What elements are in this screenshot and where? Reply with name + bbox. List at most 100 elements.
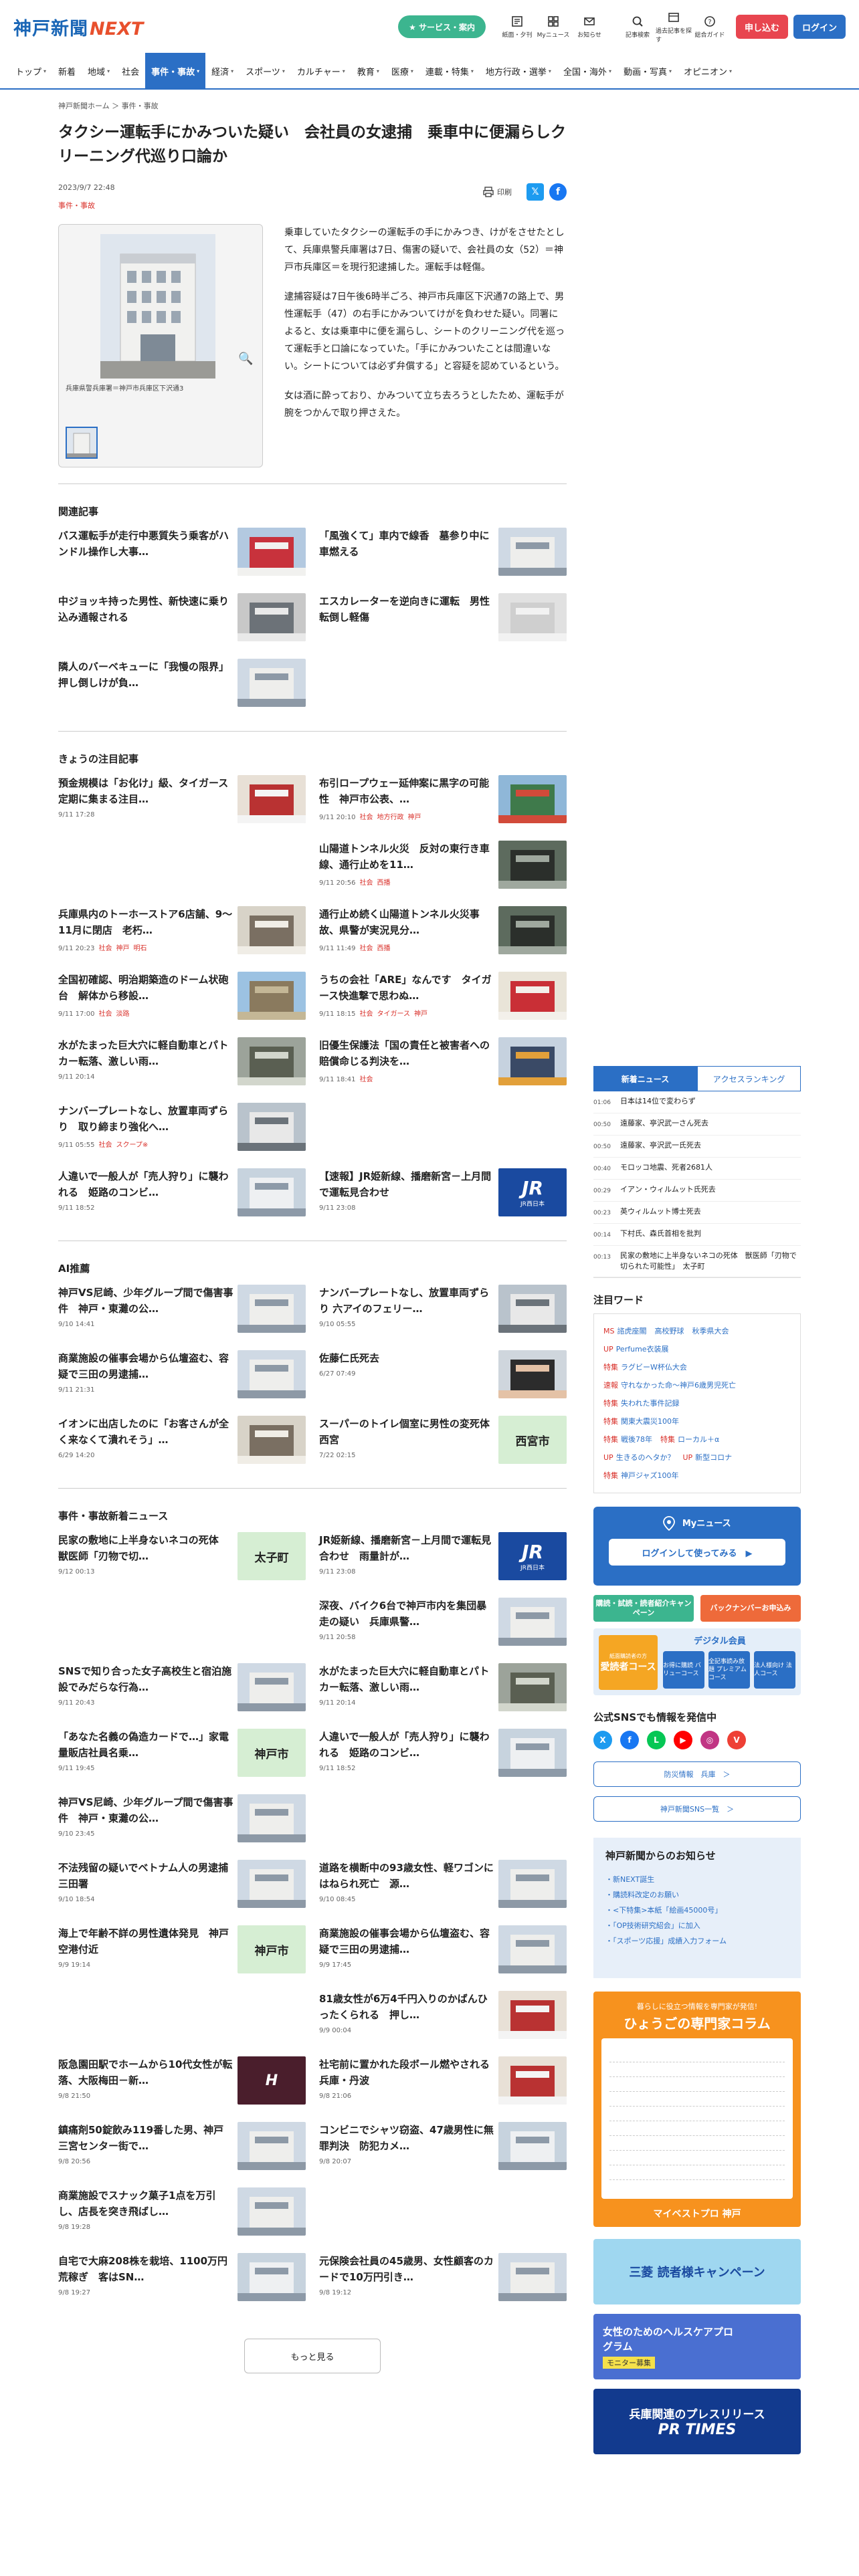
article-card[interactable]: 海上で年齢不詳の男性遺体発見 神戸空港付近 9/9 19:14 神戸市	[58, 1925, 306, 1981]
article-link[interactable]: 民家の敷地に上半身ないネコの死体 獣医師「刃物で切…	[58, 1534, 229, 1562]
tab-ranking[interactable]: アクセスランキング	[697, 1066, 801, 1091]
nav-item[interactable]: オピニオン ▾	[678, 53, 738, 89]
article-tag[interactable]: 社会	[359, 879, 373, 887]
trending-word-link[interactable]: 新型コロナ	[695, 1453, 732, 1462]
nav-item[interactable]: 全国・海外 ▾	[557, 53, 617, 89]
instagram-sns-icon[interactable]: ◎	[700, 1731, 719, 1749]
article-thumbnail[interactable]	[498, 1729, 567, 1777]
article-thumbnail[interactable]	[498, 593, 567, 641]
article-link[interactable]: 隣人のバーベキューに「我慢の限界」 押し倒しけが負…	[58, 661, 234, 689]
article-link[interactable]: 「あなた名義の偽造カードで…」家電量販店社員名乗…	[58, 1731, 229, 1759]
premium-course-button[interactable]: 全記事読み放題 プレミアムコース	[708, 1651, 750, 1689]
article-thumbnail[interactable]	[237, 528, 306, 576]
nav-item[interactable]: 社会	[116, 53, 145, 89]
article-card[interactable]: 鎮痛剤50錠飲み119番した男、神戸三宮センター街で… 9/8 20:56	[58, 2122, 306, 2178]
sidebar-news-item[interactable]: 00:50 遠藤家、亭沢武一氏死去	[593, 1136, 801, 1158]
zoom-icon[interactable]: 🔍	[238, 352, 253, 366]
article-thumbnail[interactable]	[498, 972, 567, 1020]
article-card[interactable]: 神戸VS尼崎、少年グループ間で傷害事件 神戸・東灘の公… 9/10 14:41	[58, 1285, 306, 1341]
sidebar-news-item[interactable]: 00:40 モロッコ地震、死者2681人	[593, 1158, 801, 1180]
article-thumbnail[interactable]	[498, 1925, 567, 1973]
share-facebook-button[interactable]: f	[549, 183, 567, 201]
article-link[interactable]: 道路を横断中の93歳女性、軽ワゴンにはねられ死亡 源…	[319, 1862, 494, 1890]
article-thumbnail[interactable]	[498, 2056, 567, 2105]
article-card[interactable]: 隣人のバーベキューに「我慢の限界」 押し倒しけが負…	[58, 659, 306, 715]
trending-word-link[interactable]: 戦後78年	[621, 1435, 652, 1444]
article-card[interactable]: 兵庫県内のトーホーストア6店舗、9～11月に閉店 老朽… 9/11 20:23 社会…	[58, 906, 306, 962]
article-card[interactable]: 不法残留の疑いでベトナム人の男逮捕 三田署 9/10 18:54	[58, 1860, 306, 1916]
article-card[interactable]: 「風強くて」車内で線香 墓参り中に車燃える	[319, 528, 567, 584]
facebook-sns-icon[interactable]: f	[620, 1731, 639, 1749]
print-button[interactable]: 印刷	[482, 186, 512, 198]
trending-word-link[interactable]: ローカル＋α	[678, 1435, 719, 1444]
more-button[interactable]: もっと見る	[244, 2339, 381, 2373]
article-thumbnail[interactable]	[498, 1285, 567, 1333]
article-card[interactable]: ナンバープレートなし、放置車両ずらり 六アイのフェリー… 9/10 05:55	[319, 1285, 567, 1341]
article-link[interactable]: 商業施設の催事会場から仏壇盗む、容疑で三田の男逮捕…	[58, 1352, 229, 1380]
share-x-button[interactable]: 𝕏	[527, 183, 544, 201]
search-header-button[interactable]: 記事検索	[619, 15, 656, 39]
notice-header-button[interactable]: お知らせ	[571, 15, 607, 39]
article-thumbnail[interactable]	[237, 1285, 306, 1333]
guide-header-button[interactable]: ? 総合ガイド	[692, 15, 728, 39]
article-thumbnail[interactable]: 太子町	[237, 1532, 306, 1580]
article-thumbnail[interactable]	[498, 841, 567, 889]
article-link[interactable]: イオンに出店したのに「お客さんが全く来なくて潰れそう」…	[58, 1418, 229, 1446]
article-tag[interactable]: タイガース	[377, 1010, 410, 1018]
article-card[interactable]: バス運転手が走行中悪質失う乗客がハンドル操作し大事…	[58, 528, 306, 584]
notice-link[interactable]: ・新NEXT誕生	[605, 1872, 789, 1887]
article-card[interactable]: 山陽道トンネル火災 反対の東行き車線、通行止めを11… 9/11 20:56 社会西…	[319, 841, 567, 897]
trending-word-link[interactable]: 失われた事件記録	[621, 1399, 679, 1408]
article-link[interactable]: 水がたまった巨大穴に軽自動車とパトカー転落、激しい雨…	[319, 1665, 489, 1693]
article-thumbnail[interactable]	[237, 2253, 306, 2301]
trending-word-link[interactable]: 秋季県大会	[692, 1327, 729, 1335]
article-link[interactable]: 神戸VS尼崎、少年グループ間で傷害事件 神戸・東灘の公…	[58, 1287, 233, 1315]
service-guide-button[interactable]: ★ サービス・案内	[398, 15, 486, 38]
article-card[interactable]: コンビニでシャツ窃盗、47歳男性に無罪判決 防犯カメ… 9/8 20:07	[319, 2122, 567, 2178]
article-card[interactable]: 通行止め続く山陽道トンネル火災事故、県警が実況見分… 9/11 11:49 社会 西播	[319, 906, 567, 962]
article-thumbnail[interactable]	[237, 593, 306, 641]
article-card[interactable]: 民家の敷地に上半身ないネコの死体 獣医師「刃物で切… 9/12 00:13 太子町	[58, 1532, 306, 1588]
article-link[interactable]: ナンバープレートなし、放置車両ずらり 六アイのフェリー…	[319, 1287, 489, 1315]
article-card[interactable]: 商業施設でスナック菓子1点を万引し、店長を突き飛ばし… 9/8 19:28	[58, 2187, 306, 2244]
article-tag[interactable]: 社会	[359, 945, 373, 952]
article-card[interactable]: スーパーのトイレ個室に男性の変死体 西宮 7/22 02:15 西宮市	[319, 1416, 567, 1472]
article-link[interactable]: 商業施設の催事会場から仏壇盗む、容疑で三田の男逮捕…	[319, 1927, 490, 1955]
mynews-header-button[interactable]: Myニュース	[535, 15, 571, 39]
notice-link[interactable]: ・「OP技術研究紹会」に加入	[605, 1918, 789, 1933]
youtube-sns-icon[interactable]: ▶	[674, 1731, 692, 1749]
article-card[interactable]: 人違いで一般人が「売人狩り」に襲われる 姫路のコンビ… 9/11 18:52	[58, 1168, 306, 1224]
sidebar-news-item[interactable]: 00:29 イアン・ウィルムット氏死去	[593, 1180, 801, 1202]
article-thumbnail[interactable]	[237, 972, 306, 1020]
trending-word-link[interactable]: 関東大震災100年	[621, 1417, 679, 1426]
sns-list-link[interactable]: 神戸新聞SNS一覧 ＞	[593, 1796, 801, 1822]
article-link[interactable]: 水がたまった巨大穴に軽自動車とパトカー転落、激しい雨…	[58, 1039, 228, 1067]
article-tag[interactable]: 地方行政	[377, 814, 403, 821]
nav-item[interactable]: 地域 ▾	[82, 53, 116, 89]
trending-word-link[interactable]: 守れなかった命～神戸6歳男児死亡	[621, 1381, 736, 1390]
voicy-sns-icon[interactable]: V	[727, 1731, 746, 1749]
nav-item[interactable]: 動画・写真 ▾	[617, 53, 678, 89]
article-link[interactable]: 自宅で大麻208株を栽培、1100万円荒稼ぎ 客はSN…	[58, 2255, 227, 2283]
article-link[interactable]: うちの会社「ARE」なんです タイガース快進撃で思わぬ…	[319, 974, 492, 1002]
article-thumbnail[interactable]: H	[237, 2056, 306, 2105]
trending-word-link[interactable]: Perfume衣装展	[616, 1345, 669, 1354]
article-card[interactable]: 中ジョッキ持った男性、新快速に乗り込み通報される	[58, 593, 306, 649]
article-tag[interactable]: 明石	[133, 945, 147, 952]
article-tag[interactable]: 社会	[98, 1010, 112, 1018]
article-card[interactable]: うちの会社「ARE」なんです タイガース快進撃で思わぬ… 9/11 18:15 社会…	[319, 972, 567, 1028]
article-link[interactable]: 旧優生保護法「国の責任と被害者への賠償命じる判決を…	[319, 1039, 490, 1067]
article-link[interactable]: 神戸VS尼崎、少年グループ間で傷害事件 神戸・東灘の公…	[58, 1796, 233, 1824]
login-button[interactable]: ログイン	[793, 15, 846, 39]
article-card[interactable]: 社宅前に置かれた段ボール燃やされる 兵庫・丹波 9/8 21:06	[319, 2056, 567, 2113]
sidebar-news-item[interactable]: 01:06 日本は14位で変わらず	[593, 1091, 801, 1113]
article-tag[interactable]: 西播	[377, 879, 390, 887]
article-card[interactable]: 全国初確認、明治期築造のドーム状砲台 解体から移設… 9/11 17:00 社会 淡路	[58, 972, 306, 1028]
article-link[interactable]: 人違いで一般人が「売人狩り」に襲われる 姫路のコンビ…	[58, 1170, 229, 1198]
article-thumbnail[interactable]	[237, 775, 306, 823]
article-link[interactable]: 中ジョッキ持った男性、新快速に乗り込み通報される	[58, 595, 229, 623]
article-thumbnail[interactable]	[498, 1350, 567, 1398]
article-tag[interactable]: 西播	[377, 945, 390, 952]
sidebar-news-item[interactable]: 00:23 英ウィルムット博士死去	[593, 1202, 801, 1224]
article-card[interactable]: イオンに出店したのに「お客さんが全く来なくて潰れそう」… 6/29 14:20	[58, 1416, 306, 1472]
